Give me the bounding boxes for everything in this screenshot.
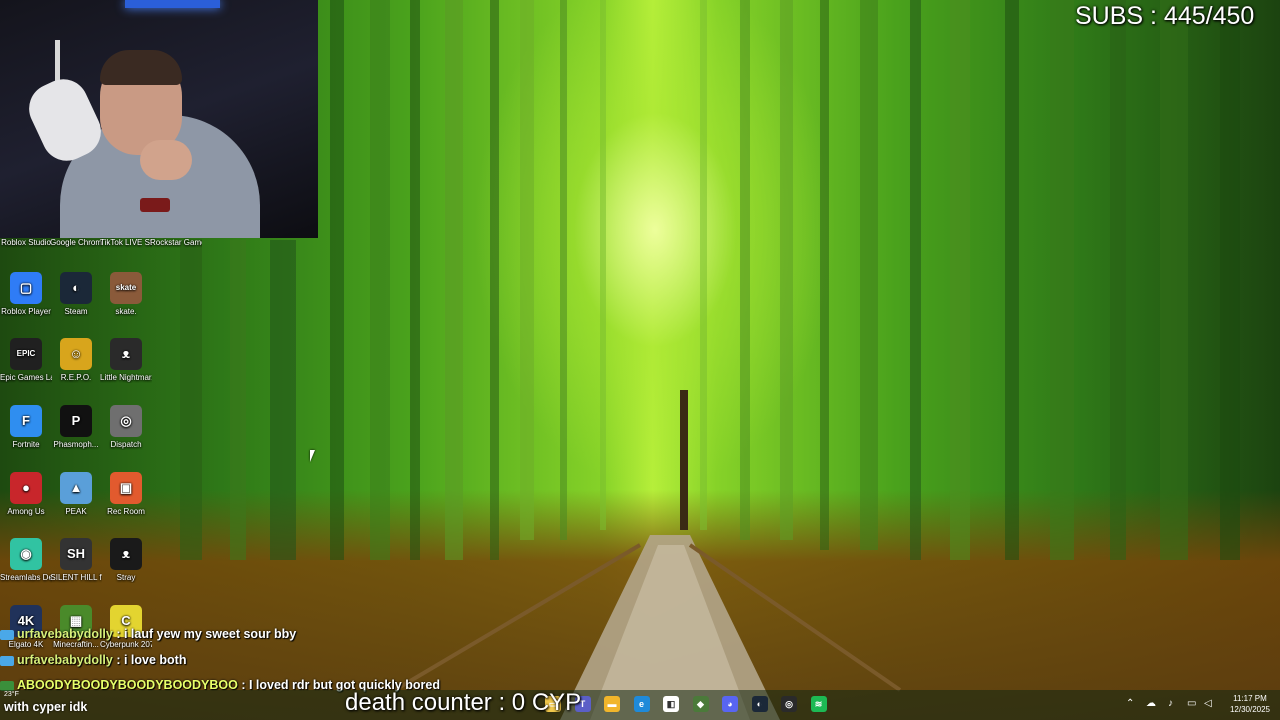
desktop-icon[interactable]: ᴥ Little Nightmar... [100, 338, 152, 383]
app-icon: ◐ [60, 272, 92, 304]
tray-onedrive-icon[interactable]: ☁ [1146, 698, 1156, 709]
desktop-icon-label: Dispatch [110, 440, 142, 449]
neon-light [125, 0, 220, 8]
desktop-icon[interactable]: P Phasmoph... [50, 405, 102, 450]
desktop-icon[interactable]: F Fortnite [0, 405, 52, 450]
app-icon: ◉ [10, 538, 42, 570]
taskbar-obs-icon[interactable]: ◎ [781, 696, 797, 712]
app-icon: ᴥ [110, 538, 142, 570]
desktop-icon-label: Roblox Studio [1, 238, 51, 247]
desktop-icon[interactable]: ● Among Us [0, 472, 52, 517]
chat-badge-icon [0, 655, 14, 666]
cyp-text: CYP [531, 689, 582, 716]
app-icon: ● [10, 472, 42, 504]
clock-date: 12/30/2025 [1229, 705, 1270, 714]
app-icon: skate [110, 272, 142, 304]
desktop-icon[interactable]: ◐ Steam [50, 272, 102, 317]
tray-chevron-icon[interactable]: ⌃ [1126, 698, 1134, 709]
tray-mic-icon[interactable]: ♪ [1168, 698, 1173, 709]
tray-volume-icon[interactable]: ◁ [1204, 698, 1212, 709]
desktop-icon[interactable]: ◉ Streamlabs Desktop [0, 538, 52, 583]
desktop-icon-label: Among Us [7, 507, 45, 516]
desktop-icon[interactable]: skate skate. [100, 272, 152, 317]
desktop-icon-label: SILENT HILL f [50, 573, 102, 582]
mouse-cursor-icon [310, 450, 315, 462]
webcam-feed [0, 0, 318, 238]
tray-display-icon[interactable]: ▭ [1187, 698, 1196, 709]
desktop-icon-label: Phasmoph... [53, 440, 99, 449]
taskbar-store-icon[interactable]: ◧ [663, 696, 679, 712]
desktop-icon-label: Cyberpunk 2077 [100, 640, 152, 649]
chat-username: urfavebabydolly [17, 653, 113, 667]
desktop-icon-label: Little Nightmar... [100, 373, 152, 382]
app-icon: ▢ [10, 272, 42, 304]
desktop-icon[interactable]: Roblox Studio [0, 238, 52, 248]
subs-counter: SUBS : 445/450 [1075, 2, 1255, 30]
desktop-icon-label: Epic Games Launcher [0, 373, 52, 382]
chat-message: urfavebabydolly : i love both [0, 653, 186, 667]
shirt-logo [140, 198, 170, 212]
app-icon: ᴥ [110, 338, 142, 370]
app-icon: ◎ [110, 405, 142, 437]
taskbar-steam-icon[interactable]: ◐ [751, 696, 768, 712]
app-icon: ▣ [110, 472, 142, 504]
streamer-hand [140, 140, 192, 180]
desktop-icon[interactable]: ☺ R.E.P.O. [50, 338, 102, 383]
taskbar-folder-icon[interactable]: ▬ [604, 696, 620, 712]
streamer-hair [100, 50, 182, 85]
app-icon: F [10, 405, 42, 437]
app-icon: EPIC [10, 338, 42, 370]
desktop-icon-label: Rec Room [107, 507, 145, 516]
desktop-icon-label: Fortnite [12, 440, 40, 449]
app-icon: ▲ [60, 472, 92, 504]
app-icon: P [60, 405, 92, 437]
taskbar-game-icon[interactable]: ◆ [692, 696, 709, 712]
desktop-icon-label: Elgato 4K [8, 640, 44, 649]
desktop-icon-label: Streamlabs Desktop [0, 573, 52, 582]
death-counter-label: death counter : 0 [345, 689, 526, 716]
clock-time: 11:17 PM [1233, 694, 1267, 703]
desktop-icon-label: Stray [116, 573, 136, 582]
death-counter: death counter : 0 CYP [345, 689, 581, 717]
desktop-icon-label: Rockstar Games... [150, 238, 202, 247]
taskbar-spotify-icon[interactable]: ≋ [810, 696, 827, 712]
chat-badge-icon [0, 629, 14, 640]
desktop-icon[interactable]: ᴥ Stray [100, 538, 152, 583]
desktop-icon[interactable]: ◎ Dispatch [100, 405, 152, 450]
desktop-icon[interactable]: ▣ Rec Room [100, 472, 152, 517]
desktop-icon-label: Steam [64, 307, 88, 316]
weather-widget[interactable]: 23°F [4, 691, 19, 698]
taskbar-discord-icon[interactable]: ◕ [722, 696, 738, 712]
desktop-icon[interactable]: Google Chrome [50, 238, 102, 248]
desktop-icon[interactable]: ▲ PEAK [50, 472, 102, 517]
desktop-icon-label: PEAK [65, 507, 87, 516]
desktop-icon[interactable]: SH SILENT HILL f [50, 538, 102, 583]
desktop-icon[interactable]: TikTok LIVE Studio [100, 238, 152, 248]
desktop-icon[interactable]: EPIC Epic Games Launcher [0, 338, 52, 383]
desktop-icon-label: Minecraftin... [53, 640, 99, 649]
desktop-icon-label: Google Chrome [50, 238, 102, 247]
desktop-icon-label: skate. [115, 307, 137, 316]
desktop-icon[interactable]: ▢ Roblox Player [0, 272, 52, 317]
taskbar-edge-icon[interactable]: e [633, 696, 650, 712]
chat-message: urfavebabydolly : i lauf yew my sweet so… [0, 627, 296, 641]
app-icon: SH [60, 538, 92, 570]
chat-text: : i lauf yew my sweet sour bby [112, 627, 297, 641]
chat-username: urfavebabydolly [17, 627, 113, 641]
chat-message-tail: with cyper idk [4, 700, 88, 714]
taskbar-clock[interactable]: 11:17 PM 12/30/2025 [1230, 693, 1270, 715]
app-icon: ☺ [60, 338, 92, 370]
desktop-icon-label: R.E.P.O. [60, 373, 92, 382]
desktop-icon-label: TikTok LIVE Studio [100, 238, 152, 247]
desktop-icon[interactable]: Rockstar Games... [150, 238, 202, 248]
desktop-icon-label: Roblox Player [1, 307, 51, 316]
chat-text: : i love both [112, 653, 187, 667]
